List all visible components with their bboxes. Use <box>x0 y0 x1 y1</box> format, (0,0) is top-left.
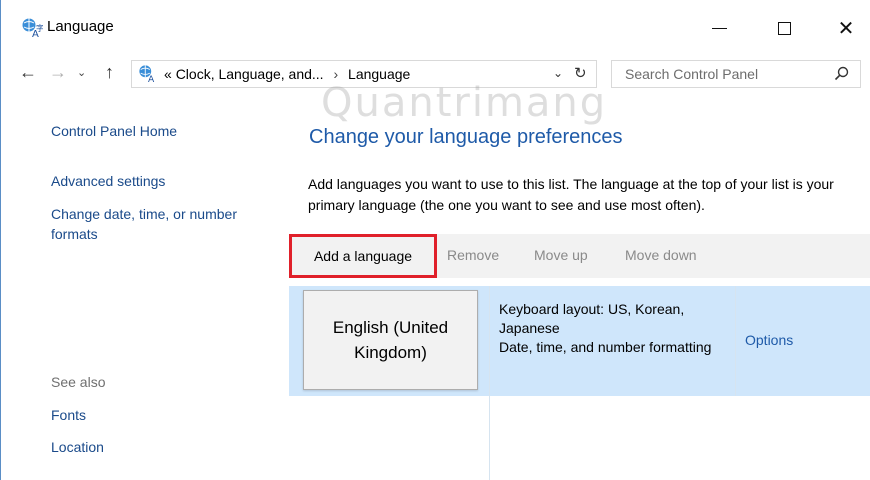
move-up-button[interactable]: Move up <box>534 247 588 263</box>
column-divider <box>489 286 490 480</box>
breadcrumb-overflow[interactable]: « <box>164 66 172 82</box>
language-icon: A <box>138 64 158 85</box>
minimize-icon <box>711 27 727 29</box>
page-title: Change your language preferences <box>309 126 623 148</box>
breadcrumb-item-clock-language[interactable]: Clock, Language, and... <box>176 66 324 82</box>
see-also-fonts[interactable]: Fonts <box>51 405 86 425</box>
remove-button[interactable]: Remove <box>447 247 499 263</box>
recent-locations-chevron-icon[interactable]: ⌄ <box>77 66 86 79</box>
maximize-button[interactable] <box>761 10 807 46</box>
back-arrow-icon[interactable]: ← <box>19 62 37 83</box>
address-dropdown-icon[interactable]: ⌄ <box>553 66 563 80</box>
language-icon: A 字 <box>21 17 44 40</box>
watermark: Quantrimang <box>321 80 608 126</box>
sidebar-item-control-panel-home[interactable]: Control Panel Home <box>51 121 177 141</box>
title-bar: A 字 Language ✕ <box>1 0 870 54</box>
language-details: Keyboard layout: US, Korean, Japanese Da… <box>499 300 729 357</box>
language-options-link[interactable]: Options <box>745 332 793 348</box>
column-divider <box>735 286 736 396</box>
up-arrow-icon[interactable]: ↑ <box>105 62 114 83</box>
sidebar-item-change-date-time-formats[interactable]: Change date, time, or number formats <box>51 204 286 244</box>
search-icon[interactable] <box>834 66 850 82</box>
svg-text:A: A <box>148 75 155 84</box>
minimize-button[interactable] <box>696 10 742 46</box>
page-description: Add languages you want to use to this li… <box>308 176 834 213</box>
search-placeholder: Search Control Panel <box>625 66 759 82</box>
search-input[interactable]: Search Control Panel <box>611 60 861 88</box>
language-formatting: Date, time, and number formatting <box>499 339 712 355</box>
close-button[interactable]: ✕ <box>823 10 869 46</box>
forward-arrow-icon[interactable]: → <box>49 62 67 83</box>
move-down-button[interactable]: Move down <box>625 247 697 263</box>
language-keyboard-layout: Keyboard layout: US, Korean, Japanese <box>499 301 685 336</box>
maximize-icon <box>777 21 791 35</box>
language-name-tile[interactable]: English (United Kingdom) <box>303 290 478 390</box>
see-also-label: See also <box>51 374 106 390</box>
close-icon: ✕ <box>837 17 855 40</box>
language-toolbar: Add a language Remove Move up Move down <box>289 234 870 278</box>
language-window: A 字 Language ✕ ← → ⌄ ↑ A « Clock, Langua… <box>0 0 870 480</box>
sidebar-item-advanced-settings[interactable]: Advanced settings <box>51 171 165 191</box>
see-also-location[interactable]: Location <box>51 437 104 457</box>
window-title: Language <box>47 18 114 35</box>
add-language-button[interactable]: Add a language <box>289 234 437 278</box>
svg-text:字: 字 <box>36 23 43 33</box>
